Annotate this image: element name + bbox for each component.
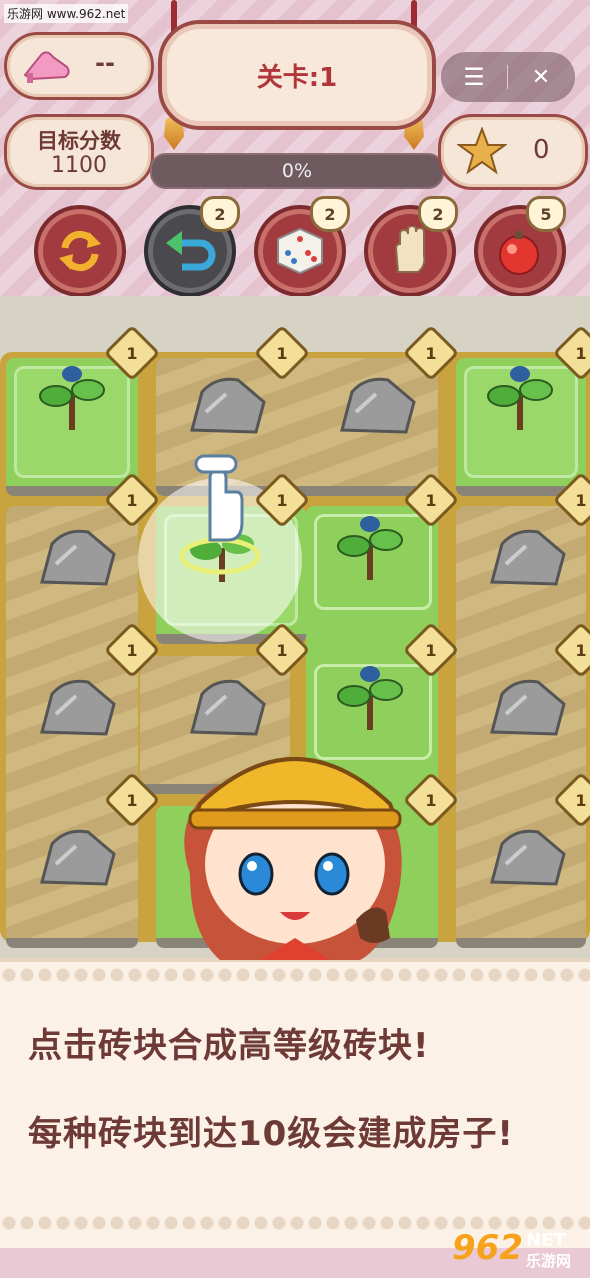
hand-icon <box>394 226 426 273</box>
star-icon <box>457 127 507 175</box>
target-label: 目标分数 <box>37 129 121 153</box>
shuffle-icon <box>59 230 101 272</box>
shoe-count: -- <box>95 49 115 77</box>
sapling-icon <box>337 516 403 580</box>
shoe-counter: -- <box>4 32 154 100</box>
rock-icon <box>40 829 116 886</box>
watermark: 乐游网 www.962.net <box>4 4 129 23</box>
hand-count-badge: 2 <box>418 196 458 232</box>
sapling-icon <box>39 366 105 430</box>
dice-count-badge: 2 <box>310 196 350 232</box>
rock-icon <box>490 829 566 886</box>
dialog-line-1: 点击砖块合成高等级砖块! <box>28 1026 430 1066</box>
pointing-hand-icon <box>194 454 244 542</box>
dialog-line-2: 每种砖块到达10级会建成房子! <box>28 1114 514 1154</box>
rock-icon <box>340 377 416 434</box>
rock-icon <box>40 529 116 586</box>
dice-icon <box>277 227 323 275</box>
builder-girl-character <box>184 757 402 960</box>
level-sign: 关卡:1 <box>158 20 436 130</box>
sapling-icon <box>487 366 553 430</box>
rock-icon <box>490 679 566 736</box>
shoe-icon <box>23 51 70 83</box>
menu-pill: ☰ ✕ <box>441 52 575 102</box>
close-icon[interactable]: ✕ <box>508 65 574 90</box>
tutorial-dialog: 点击砖块合成高等级砖块! 每种砖块到达10级会建成房子! <box>0 958 590 1252</box>
rock-icon <box>190 377 266 434</box>
star-count: 0 <box>533 135 550 165</box>
rock-icon <box>40 679 116 736</box>
bomb-potion-icon <box>499 231 539 275</box>
logo-sub: 乐游网 <box>526 1252 572 1270</box>
undo-count-badge: 2 <box>200 196 240 232</box>
progress-text: 0% <box>281 160 313 182</box>
level-label: 关卡:1 <box>256 62 338 93</box>
site-logo: 962 NET 乐游网 <box>452 1228 586 1274</box>
logo-suffix: NET <box>526 1230 566 1251</box>
star-counter: 0 <box>438 114 588 190</box>
shuffle-tool-button[interactable] <box>34 205 126 297</box>
score-progress-bar: 0% <box>150 153 444 189</box>
potion-count-badge: 5 <box>526 196 566 232</box>
undo-icon <box>166 231 216 271</box>
target-score: 目标分数 1100 <box>4 114 154 190</box>
logo-number: 962 <box>452 1228 523 1268</box>
rock-icon <box>490 529 566 586</box>
menu-icon[interactable]: ☰ <box>441 63 507 91</box>
target-value: 1100 <box>51 153 107 178</box>
